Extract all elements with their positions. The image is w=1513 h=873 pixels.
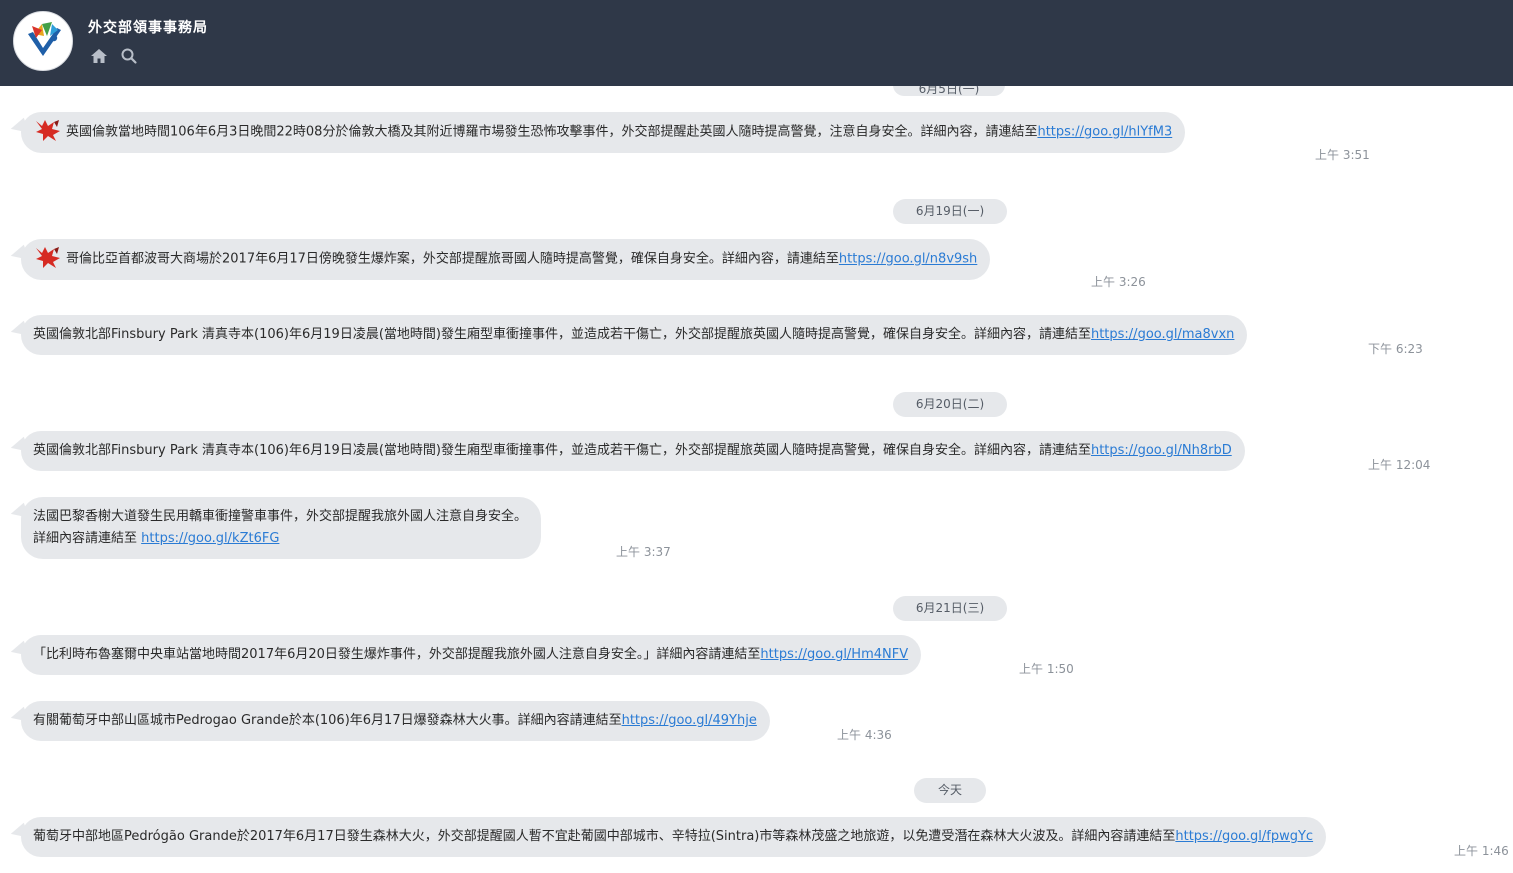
message-bubble: 哥倫比亞首都波哥大商場於2017年6月17日傍晚發生爆炸案，外交部提醒旅哥國人隨…	[21, 239, 991, 280]
message-text: 英國倫敦北部Finsbury Park 清真寺本(106)年6月19日凌晨(當地…	[33, 443, 1091, 458]
message-link[interactable]: https://goo.gl/hlYfM3	[1037, 125, 1172, 140]
message-link[interactable]: https://goo.gl/fpwgYc	[1175, 829, 1313, 844]
channel-title: 外交部領事事務局	[88, 20, 208, 36]
message-bubble: 有關葡萄牙中部山區城市Pedrogao Grande於本(106)年6月17日爆…	[21, 701, 770, 741]
message-link[interactable]: https://goo.gl/n8v9sh	[839, 252, 977, 267]
message-time: 上午 1:46	[1454, 844, 1509, 858]
message-bubble: 英國倫敦北部Finsbury Park 清真寺本(106)年6月19日凌晨(當地…	[21, 315, 1248, 355]
flag-sticker-icon	[33, 117, 63, 143]
message-text: 英國倫敦當地時間106年6月3日晚間22時08分於倫敦大橋及其附近博羅市場發生恐…	[66, 124, 1038, 140]
date-separator: 6月5日(一)	[893, 86, 1005, 96]
message-bubble: 法國巴黎香榭大道發生民用轎車衝撞警車事件，外交部提醒我旅外國人注意自身安全。 詳…	[21, 497, 542, 559]
date-separator: 6月20日(二)	[893, 392, 1007, 417]
message-bubble: 英國倫敦當地時間106年6月3日晚間22時08分於倫敦大橋及其附近博羅市場發生恐…	[21, 112, 1186, 153]
logo-icon	[28, 22, 61, 56]
message-link[interactable]: https://goo.gl/ma8vxn	[1091, 327, 1234, 342]
message-text: 哥倫比亞首都波哥大商場於2017年6月17日傍晚發生爆炸案，外交部提醒旅哥國人隨…	[66, 251, 839, 267]
chat-area[interactable]: 6月5日(一) 英國倫敦當地時間106年6月3日晚間22時08分於倫敦大橋及其附…	[0, 86, 1513, 873]
message-time: 上午 3:37	[616, 545, 671, 559]
message-text: 詳細內容請連結至	[33, 531, 142, 546]
home-icon[interactable]	[90, 47, 108, 65]
message-time: 上午 3:26	[1091, 275, 1146, 289]
message-bubble: 葡萄牙中部地區Pedrógão Grande於2017年6月17日發生森林大火，…	[21, 817, 1327, 857]
search-icon[interactable]	[120, 47, 138, 65]
date-separator: 今天	[914, 778, 986, 803]
message-text: 「比利時布魯塞爾中央車站當地時間2017年6月20日發生爆炸事件，外交部提醒我旅…	[33, 647, 761, 662]
date-separator: 6月21日(三)	[893, 596, 1007, 621]
message-link[interactable]: https://goo.gl/kZt6FG	[141, 531, 279, 546]
message-link[interactable]: https://goo.gl/Hm4NFV	[760, 647, 908, 662]
message-time: 上午 12:04	[1368, 458, 1431, 472]
message-text: 葡萄牙中部地區Pedrógão Grande於2017年6月17日發生森林大火，…	[33, 829, 1176, 844]
message-text: 有關葡萄牙中部山區城市Pedrogao Grande於本(106)年6月17日爆…	[33, 713, 622, 728]
date-separator: 6月19日(一)	[893, 199, 1007, 224]
message-text: 法國巴黎香榭大道發生民用轎車衝撞警車事件，外交部提醒我旅外國人注意自身安全。	[33, 509, 528, 524]
message-time: 上午 4:36	[837, 728, 892, 742]
message-link[interactable]: https://goo.gl/49Yhje	[622, 713, 757, 728]
message-time: 上午 3:51	[1315, 148, 1370, 162]
message-time: 下午 6:23	[1368, 342, 1423, 356]
message-bubble: 「比利時布魯塞爾中央車站當地時間2017年6月20日發生爆炸事件，外交部提醒我旅…	[21, 635, 922, 675]
top-bar: 外交部領事事務局	[0, 0, 1513, 86]
message-time: 上午 1:50	[1019, 662, 1074, 676]
message-bubble: 英國倫敦北部Finsbury Park 清真寺本(106)年6月19日凌晨(當地…	[21, 431, 1245, 471]
message-text: 英國倫敦北部Finsbury Park 清真寺本(106)年6月19日凌晨(當地…	[33, 327, 1091, 342]
message-link[interactable]: https://goo.gl/Nh8rbD	[1091, 443, 1232, 458]
flag-sticker-icon	[33, 244, 63, 270]
account-avatar[interactable]	[13, 11, 73, 71]
